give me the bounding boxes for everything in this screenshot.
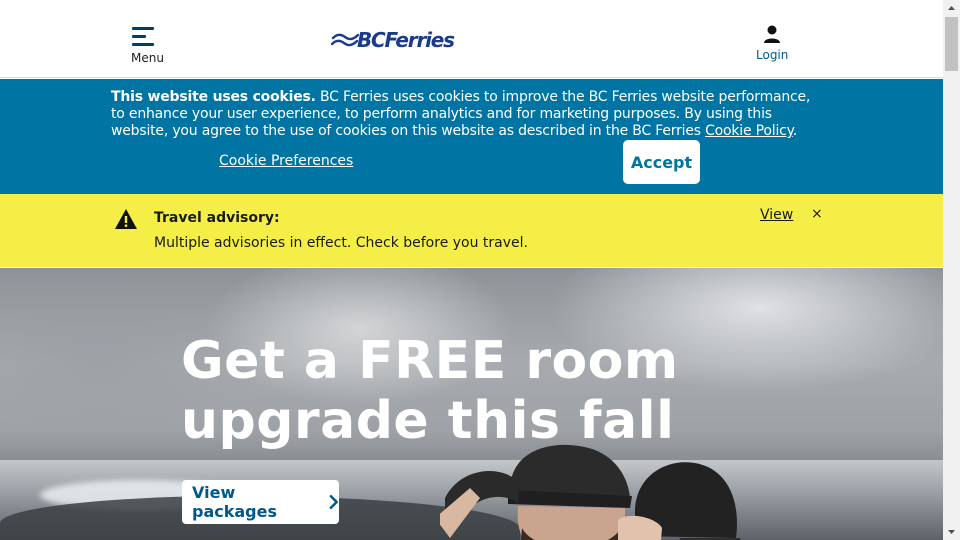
page: Menu BCFerries Login This website uses c… (0, 0, 960, 540)
cookie-policy-link[interactable]: Cookie Policy (705, 123, 793, 139)
login-button[interactable]: Login (752, 24, 792, 64)
hero-title: Get a FREE room upgrade this fall (181, 331, 679, 451)
menu-button[interactable]: Menu (128, 24, 172, 68)
advisory-title: Travel advisory: (154, 210, 280, 226)
cookie-preferences-link[interactable]: Cookie Preferences (219, 153, 353, 169)
waves-icon (331, 33, 359, 47)
close-icon[interactable]: × (811, 206, 823, 222)
scroll-up-arrow-icon[interactable] (943, 0, 960, 17)
chevron-right-icon (330, 495, 339, 509)
menu-label: Menu (131, 51, 164, 65)
cookie-message: This website uses cookies. BC Ferries us… (111, 89, 823, 140)
page-scrollbar[interactable] (943, 0, 960, 540)
cookie-banner: This website uses cookies. BC Ferries us… (0, 79, 943, 194)
hero-banner: Get a FREE room upgrade this fall View p… (0, 268, 943, 540)
advisory-message: Multiple advisories in effect. Check bef… (154, 235, 528, 251)
hamburger-icon (132, 27, 154, 47)
logo-text: BCFerries (357, 28, 455, 52)
view-packages-label: View packages (192, 483, 277, 521)
accept-cookies-button[interactable]: Accept (623, 140, 700, 184)
bc-ferries-logo[interactable]: BCFerries (331, 27, 467, 53)
site-header: Menu BCFerries Login (0, 0, 943, 78)
cookie-lead: This website uses cookies. (111, 89, 316, 105)
view-packages-button[interactable]: View packages (182, 480, 339, 524)
warning-icon (115, 209, 137, 229)
advisory-view-link[interactable]: View (760, 207, 793, 223)
scroll-down-arrow-icon[interactable] (943, 523, 960, 540)
scrollbar-thumb[interactable] (945, 17, 958, 71)
cookie-period: . (792, 123, 798, 139)
travel-advisory-banner: Travel advisory: Multiple advisories in … (0, 194, 943, 267)
login-label: Login (756, 48, 789, 62)
person-icon (764, 25, 780, 43)
